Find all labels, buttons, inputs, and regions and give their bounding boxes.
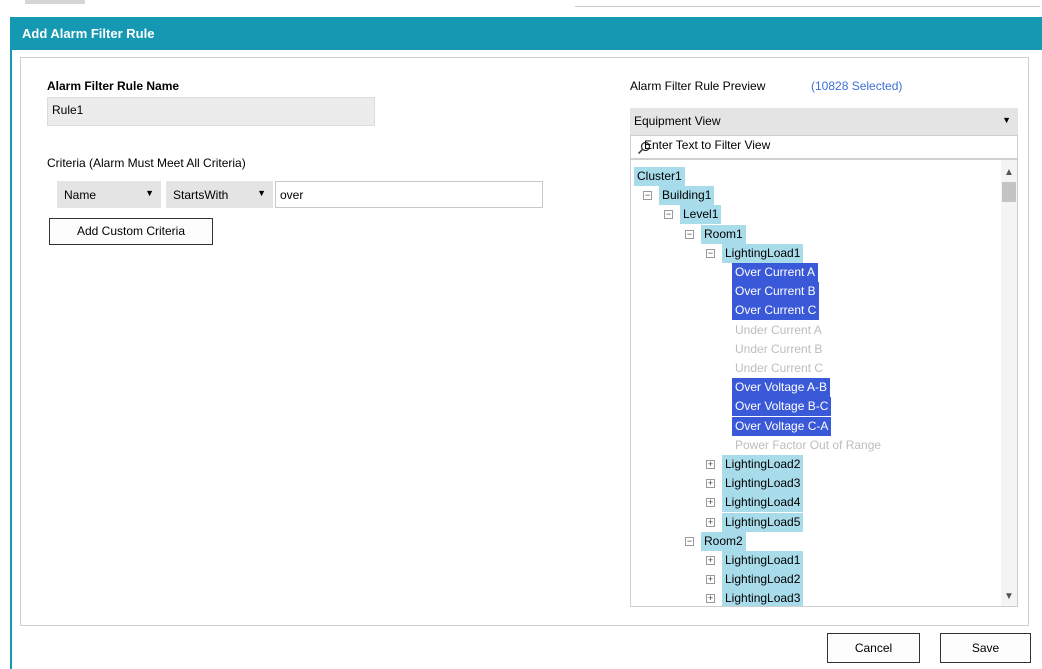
tree-row[interactable]: Cluster1 (631, 167, 1001, 186)
tree-row[interactable]: Over Current A (631, 263, 1001, 282)
chevron-down-icon: ▼ (1002, 115, 1011, 125)
criteria-operator-value: StartsWith (173, 188, 229, 202)
chevron-down-icon: ▼ (257, 188, 266, 198)
tree-row[interactable]: Over Voltage A-B (631, 378, 1001, 398)
criteria-field-value: Name (64, 188, 97, 202)
tree-node-label[interactable]: Over Current A (732, 263, 819, 282)
criteria-value-input[interactable]: over (275, 181, 543, 208)
expand-icon[interactable]: + (706, 498, 715, 508)
collapse-icon[interactable]: − (664, 210, 673, 220)
window-top-divider (575, 6, 1040, 7)
tree-node-label[interactable]: Room2 (701, 531, 746, 551)
collapse-icon[interactable]: − (706, 248, 715, 258)
tree-row[interactable]: Under Current A (631, 321, 1001, 340)
rule-name-input[interactable]: Rule1 (47, 97, 375, 126)
tree-row[interactable]: + LightingLoad1 (631, 551, 1001, 570)
tree-row[interactable]: + LightingLoad3 (631, 474, 1001, 494)
tree-node-label[interactable]: LightingLoad2 (722, 570, 804, 590)
tree-row[interactable]: − Building1 (631, 186, 1001, 206)
view-dropdown-value: Equipment View (634, 114, 721, 128)
tree-row[interactable]: Over Current C (631, 301, 1001, 321)
tree-node-label[interactable]: LightingLoad3 (722, 474, 804, 494)
tree-node-label[interactable]: LightingLoad2 (722, 455, 804, 474)
scroll-down-arrow-icon[interactable]: ▼ (1001, 591, 1017, 602)
filter-view-input[interactable]: Enter Text to Filter View (630, 135, 1018, 159)
tree-row[interactable]: Over Voltage B-C (631, 397, 1001, 417)
tree-node-label[interactable]: Under Current A (732, 321, 825, 340)
expand-icon[interactable]: + (706, 594, 715, 604)
expand-icon[interactable]: + (706, 517, 715, 527)
tree-row[interactable]: + LightingLoad3 (631, 589, 1001, 606)
tree-node-label[interactable]: Cluster1 (634, 167, 685, 186)
window-top-fragment (25, 0, 85, 4)
tree-node-label[interactable]: Building1 (659, 186, 715, 206)
dialog-title-bar: Add Alarm Filter Rule (10, 17, 1042, 50)
tree-row[interactable]: + LightingLoad4 (631, 493, 1001, 513)
chevron-down-icon: ▼ (145, 188, 154, 198)
selected-count: (10828 Selected) (811, 79, 903, 93)
tree-row[interactable]: Over Voltage C-A (631, 416, 1001, 436)
tree-scrollbar[interactable]: ▲ ▼ (1001, 160, 1017, 606)
tree-node-label[interactable]: Over Current B (732, 282, 819, 302)
tree-row[interactable]: Under Current C (631, 359, 1001, 378)
tree-node-label[interactable]: Room1 (701, 224, 746, 244)
tree-row[interactable]: − LightingLoad1 (631, 243, 1001, 263)
tree-node-label[interactable]: Under Current B (732, 340, 825, 359)
criteria-label: Criteria (Alarm Must Meet All Criteria) (47, 156, 246, 170)
criteria-field-dropdown[interactable]: Name ▼ (57, 181, 161, 208)
tree-row[interactable]: + LightingLoad2 (631, 455, 1001, 474)
collapse-icon[interactable]: − (685, 536, 694, 546)
equipment-tree[interactable]: ▲ ▼ Cluster1− Building1− Level1− Room1− Ligh… (630, 159, 1018, 607)
tree-node-label[interactable]: Power Factor Out of Range (732, 436, 884, 455)
tree-row[interactable]: − Level1 (631, 205, 1001, 225)
view-dropdown[interactable]: Equipment View ▼ (630, 108, 1018, 135)
tree-row[interactable]: + LightingLoad5 (631, 512, 1001, 532)
tree-node-label[interactable]: LightingLoad1 (722, 243, 804, 263)
tree-node-label[interactable]: Under Current C (732, 359, 826, 378)
tree-row[interactable]: + LightingLoad2 (631, 570, 1001, 590)
tree-node-label[interactable]: Over Voltage B-C (732, 397, 832, 417)
criteria-operator-dropdown[interactable]: StartsWith ▼ (166, 181, 273, 208)
tree-node-label[interactable]: Level1 (680, 205, 722, 225)
tree-row[interactable]: − Room2 (631, 531, 1001, 551)
cancel-button[interactable]: Cancel (827, 633, 920, 663)
preview-label: Alarm Filter Rule Preview (630, 79, 766, 93)
tree-node-label[interactable]: Over Current C (732, 301, 820, 321)
expand-icon[interactable]: + (706, 479, 715, 489)
window-top-strip (0, 0, 1042, 16)
collapse-icon[interactable]: − (685, 229, 694, 239)
tree-row[interactable]: − Room1 (631, 224, 1001, 244)
expand-icon[interactable]: + (706, 575, 715, 585)
dialog-left-border (10, 50, 12, 669)
collapse-icon[interactable]: − (643, 191, 652, 201)
expand-icon[interactable]: + (706, 460, 715, 469)
rule-name-label: Alarm Filter Rule Name (47, 79, 180, 93)
add-custom-criteria-button[interactable]: Add Custom Criteria (49, 218, 213, 245)
tree-node-label[interactable]: LightingLoad3 (722, 589, 804, 606)
scroll-thumb[interactable] (1002, 182, 1016, 202)
tree-node-label[interactable]: LightingLoad4 (722, 493, 804, 513)
tree-row[interactable]: Power Factor Out of Range (631, 436, 1001, 455)
tree-row[interactable]: Over Current B (631, 282, 1001, 302)
filter-view-placeholder: Enter Text to Filter View (644, 138, 771, 152)
tree-row[interactable]: Under Current B (631, 340, 1001, 359)
tree-node-label[interactable]: Over Voltage A-B (732, 378, 831, 398)
tree-node-label[interactable]: LightingLoad5 (722, 512, 804, 532)
scroll-up-arrow-icon[interactable]: ▲ (1001, 167, 1017, 178)
tree-node-label[interactable]: LightingLoad1 (722, 551, 804, 570)
save-button[interactable]: Save (940, 633, 1031, 663)
expand-icon[interactable]: + (706, 556, 715, 565)
tree-node-label[interactable]: Over Voltage C-A (732, 416, 832, 436)
